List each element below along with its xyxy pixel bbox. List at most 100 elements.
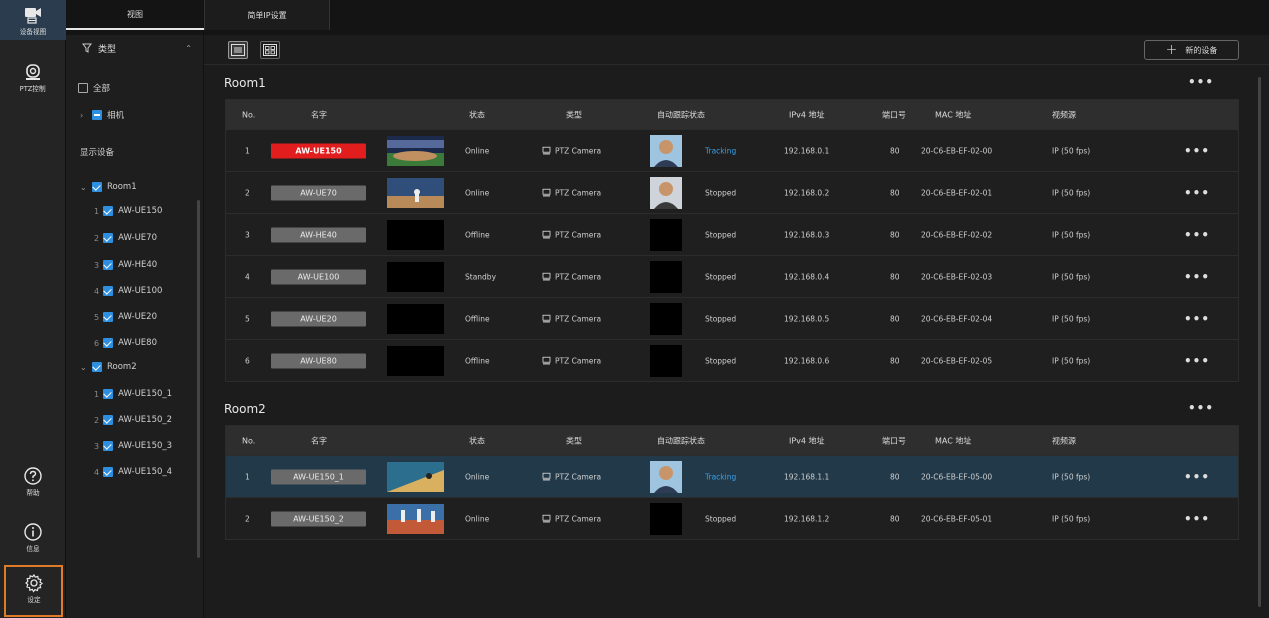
tree-item-num: 1 [94,389,100,399]
tree-item-label: AW-UE150_4 [118,467,173,477]
row-more-menu[interactable]: ••• [1184,228,1210,242]
tree-item[interactable]: 3 AW-UE150_3 [94,437,172,455]
checkbox-item[interactable] [103,415,114,425]
tab-simple-ip-settings[interactable]: 简单IP设置 [204,0,330,30]
checkbox-item[interactable] [103,467,114,477]
list-view-button[interactable] [228,41,248,59]
rail-ptz-control[interactable]: PTZ控制 [0,62,66,100]
type-filter-label: 类型 [98,44,117,55]
tree-item-num: 6 [94,338,100,348]
table-row[interactable]: 3 AW-HE40 Offline PTZ Camera Stopped 192… [226,213,1238,255]
tree-item[interactable]: 2 AW-UE150_2 [94,411,172,429]
camera-type-icon [542,472,551,481]
rail-label-device-view: 设备视图 [19,28,47,36]
row-more-menu[interactable]: ••• [1184,512,1210,526]
preview-thumbnail[interactable] [387,261,444,292]
device-name-badge: AW-UE100 [271,269,366,284]
group-more-menu-room2[interactable]: ••• [1188,401,1214,415]
rail-device-view[interactable]: 设备视图 [0,0,66,40]
tracking-face-thumbnail [650,176,682,209]
table-row[interactable]: 1 AW-UE150 Online PTZ Camera Tracking 19… [226,129,1238,171]
cell-mac: 20-C6-EB-EF-02-03 [921,272,993,281]
tree-item[interactable]: 4 AW-UE150_4 [94,463,172,481]
row-more-menu[interactable]: ••• [1184,470,1210,484]
tree-scrollbar[interactable] [197,200,200,558]
cell-ipv4: 192.168.0.6 [784,356,830,365]
checkbox-room1[interactable] [92,182,102,192]
checkbox-camera[interactable] [92,110,102,120]
chevron-down-icon[interactable]: ⌄ [80,183,87,192]
preview-thumbnail[interactable] [387,177,444,208]
row-more-menu[interactable]: ••• [1184,186,1210,200]
cell-video-source: IP (50 fps) [1052,314,1091,323]
tree-item-label: AW-UE150_2 [118,415,173,425]
cell-port: 80 [890,188,900,197]
tree-item-label: AW-UE70 [118,233,157,243]
cell-video-source: IP (50 fps) [1052,272,1091,281]
preview-thumbnail[interactable] [387,503,444,534]
col-type: 类型 [566,110,582,119]
row-more-menu[interactable]: ••• [1184,270,1210,284]
person-face-thumbnail [650,460,682,493]
table-row[interactable]: 6 AW-UE80 Offline PTZ Camera Stopped 192… [226,339,1238,381]
rail-settings[interactable]: 设定 [4,565,63,617]
checkbox-item[interactable] [103,441,114,451]
tree-item[interactable]: 4 AW-UE100 [94,282,162,300]
table-row[interactable]: 1 AW-UE150_1 Online PTZ Camera Tracking … [226,455,1238,497]
chevron-up-icon[interactable]: ⌃ [185,44,192,53]
cell-status: Offline [465,314,490,323]
rail-help[interactable]: 帮助 [0,466,66,504]
preview-thumbnail[interactable] [387,345,444,376]
checkbox-room2[interactable] [92,362,102,372]
checkbox-item[interactable] [103,206,114,216]
col-no: No. [242,436,256,445]
tracking-face-thumbnail [650,460,682,493]
group-more-menu-room1[interactable]: ••• [1188,75,1214,89]
row-more-menu[interactable]: ••• [1184,354,1210,368]
tree-group-room1[interactable]: ⌄ Room1 [80,178,137,196]
preview-thumbnail[interactable] [387,303,444,334]
checkbox-all[interactable] [78,83,88,93]
table-row[interactable]: 5 AW-UE20 Offline PTZ Camera Stopped 192… [226,297,1238,339]
tree-item[interactable]: 6 AW-UE80 [94,334,157,352]
table-row[interactable]: 4 AW-UE100 Standby PTZ Camera Stopped 19… [226,255,1238,297]
table-row[interactable]: 2 AW-UE150_2 Online PTZ Camera Stopped 1… [226,497,1238,539]
stadium-thumbnail [387,135,444,166]
type-filter[interactable]: 类型 ⌃ [82,40,192,56]
cell-mac: 20-C6-EB-EF-02-04 [921,314,993,323]
tree-item[interactable]: 5 AW-UE20 [94,308,157,326]
chevron-right-icon[interactable]: › [80,111,87,120]
tree-all[interactable]: 全部 [78,79,110,97]
row-more-menu[interactable]: ••• [1184,312,1210,326]
checkbox-item[interactable] [103,338,114,348]
table-row[interactable]: 2 AW-UE70 Online PTZ Camera Stopped 192.… [226,171,1238,213]
preview-thumbnail[interactable] [387,219,444,250]
tree-item[interactable]: 1 AW-UE150 [94,202,162,220]
col-name: 名字 [311,110,327,119]
tree-category-camera[interactable]: › 相机 [80,106,124,124]
tree-item[interactable]: 1 AW-UE150_1 [94,385,172,403]
cell-type-label: PTZ Camera [555,145,602,155]
tab-view[interactable]: 视图 [66,0,204,30]
chevron-down-icon[interactable]: ⌄ [80,363,87,372]
main-scrollbar[interactable] [1258,77,1261,607]
checkbox-item[interactable] [103,233,114,243]
tree-item[interactable]: 2 AW-UE70 [94,229,157,247]
checkbox-item[interactable] [103,260,114,270]
tree-group-room2[interactable]: ⌄ Room2 [80,358,137,376]
grid-view-button[interactable] [260,41,280,59]
checkbox-item[interactable] [103,312,114,322]
tracking-face-thumbnail [650,218,682,251]
preview-thumbnail[interactable] [387,135,444,166]
checkbox-item[interactable] [103,286,114,296]
preview-thumbnail[interactable] [387,461,444,492]
checkbox-item[interactable] [103,389,114,399]
col-port: 端口号 [882,436,906,445]
row-more-menu[interactable]: ••• [1184,144,1210,158]
col-mac: MAC 地址 [935,436,972,445]
rail-label-settings: 设定 [26,596,41,604]
new-device-button[interactable]: + 新的设备 [1144,40,1239,60]
rail-info[interactable]: 信息 [0,522,66,560]
tree-item[interactable]: 3 AW-HE40 [94,256,157,274]
cell-status: Online [465,188,490,197]
